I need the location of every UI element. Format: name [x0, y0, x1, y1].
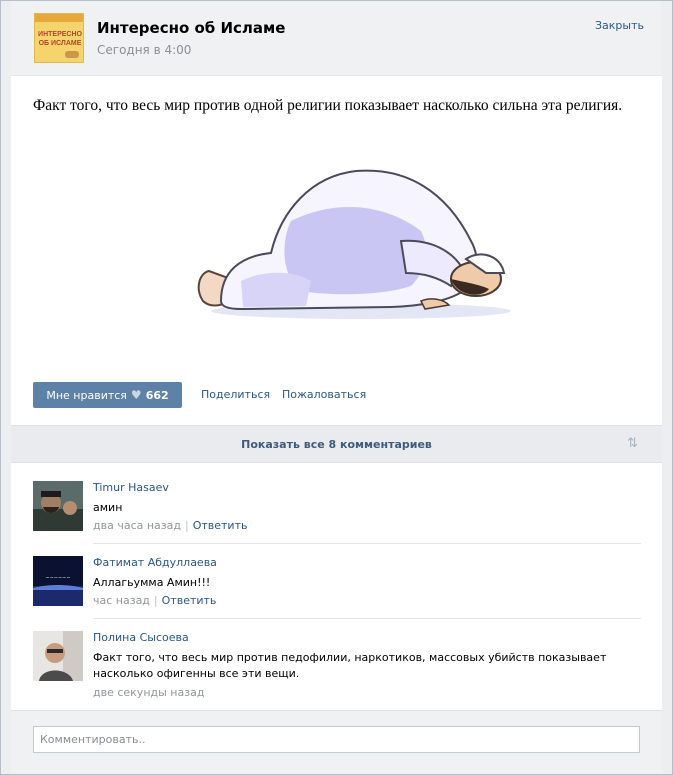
show-all-comments-bar[interactable]: Показать все 8 комментариев ⇅ — [11, 425, 662, 463]
logo-band — [35, 14, 83, 22]
community-logo[interactable]: ИНТЕРЕСНО ОБ ИСЛАМЕ — [34, 13, 84, 63]
comment-divider — [93, 543, 641, 544]
post-header: ИНТЕРЕСНО ОБ ИСЛАМЕ Интересно об Исламе … — [11, 1, 662, 76]
svg-text:~~~~~~: ~~~~~~ — [45, 575, 70, 581]
post-card: ИНТЕРЕСНО ОБ ИСЛАМЕ Интересно об Исламе … — [11, 1, 662, 774]
avatar[interactable]: ~~~~~~ — [33, 556, 83, 606]
like-label: Мне нравится — [46, 388, 127, 402]
comment-text: Аллагьумма Амин!!! — [93, 576, 211, 589]
community-title[interactable]: Интересно об Исламе — [97, 19, 285, 37]
logo-text-line-1: ИНТЕРЕСНО — [38, 31, 82, 38]
comment-time[interactable]: два часа назад — [93, 519, 181, 532]
avatar-image — [33, 631, 83, 681]
illustration-robe-fold — [241, 272, 311, 307]
show-all-comments-label[interactable]: Показать все 8 комментариев — [11, 438, 662, 451]
like-button[interactable]: Мне нравится ♥ 662 — [33, 382, 182, 408]
avatar[interactable] — [33, 481, 83, 531]
share-button[interactable]: Поделиться — [201, 388, 270, 401]
like-count: 662 — [145, 388, 169, 402]
logo-signature-mark — [65, 51, 79, 58]
reply-button[interactable]: Ответить — [193, 519, 248, 532]
post-window: ИНТЕРЕСНО ОБ ИСЛАМЕ Интересно об Исламе … — [0, 0, 673, 775]
reply-button[interactable]: Ответить — [162, 594, 217, 607]
comment-meta: час назад | Ответить — [93, 594, 216, 607]
comment-divider — [93, 618, 641, 619]
avatar[interactable] — [33, 631, 83, 681]
meta-separator: | — [184, 519, 189, 532]
avatar-image: ~~~~~~ — [33, 556, 83, 606]
comment-time[interactable]: две секунды назад — [93, 686, 204, 699]
comment-meta: две секунды назад — [93, 686, 204, 699]
comment-input[interactable] — [33, 726, 640, 753]
comment-text: Факт того, что весь мир против педофилии… — [93, 651, 607, 680]
post-timestamp[interactable]: Сегодня в 4:00 — [97, 43, 191, 57]
close-button[interactable]: Закрыть — [595, 19, 644, 32]
avatar-image — [33, 481, 83, 531]
comment-author[interactable]: Полина Сысоева — [93, 631, 189, 644]
comment-meta: два часа назад | Ответить — [93, 519, 247, 532]
sort-arrows-icon[interactable]: ⇅ — [627, 436, 638, 451]
heart-icon: ♥ — [130, 388, 142, 402]
post-text: Факт того, что весь мир против одной рел… — [33, 97, 623, 114]
comment-author[interactable]: Фатимат Абдуллаева — [93, 556, 217, 569]
prayer-illustration — [197, 169, 511, 319]
comment-text: амин — [93, 501, 123, 514]
meta-separator: | — [153, 594, 158, 607]
logo-text-line-2: ОБ ИСЛАМЕ — [38, 40, 82, 47]
comment-composer — [11, 710, 662, 774]
comment-time[interactable]: час назад — [93, 594, 150, 607]
report-button[interactable]: Пожаловаться — [282, 388, 366, 401]
comment-author[interactable]: Timur Hasaev — [93, 481, 169, 494]
